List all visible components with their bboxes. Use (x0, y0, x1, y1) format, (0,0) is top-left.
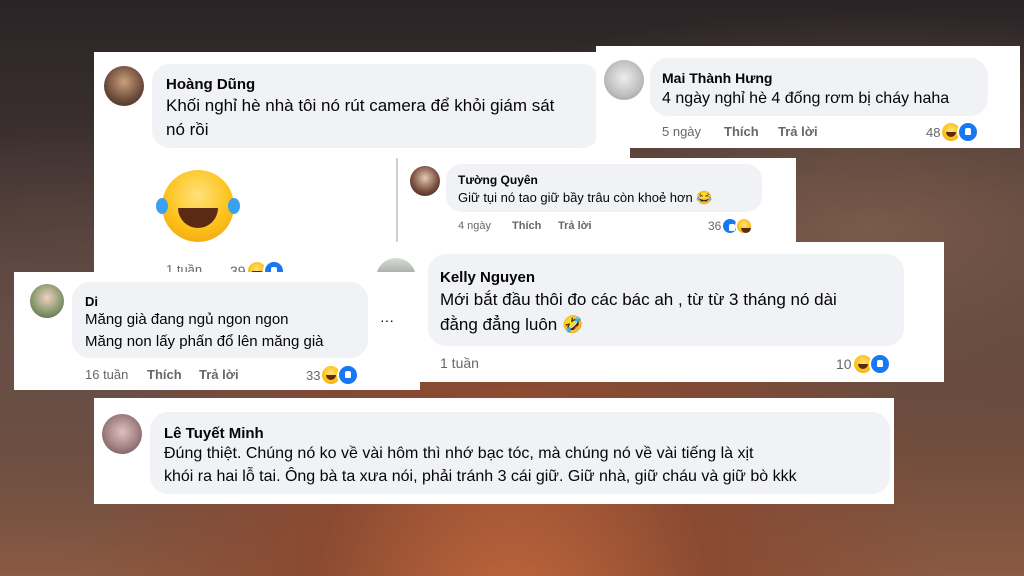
like-icon (868, 353, 891, 375)
like-label: Thích (512, 220, 542, 232)
haha-icon (735, 217, 754, 235)
comment-text: đằng đẳng luôn 🤣 (440, 315, 584, 334)
comment-time[interactable]: 5 ngày (662, 124, 701, 139)
like-button[interactable]: Thích (724, 124, 759, 139)
comment-time[interactable]: 1 tuần (440, 355, 479, 371)
comment-text: Măng non lấy phấn đổ lên măng già (85, 333, 324, 350)
comment-text: khói ra hai lỗ tai. Ông bà ta xưa nói, p… (164, 468, 797, 485)
comment-card-di: Di Măng già đang ngủ ngon ngon Măng non … (14, 272, 420, 390)
sticker-tear-left (156, 198, 168, 214)
avatar[interactable] (410, 166, 440, 196)
reply-label: Trả lời (558, 220, 592, 232)
commenter-name[interactable]: Mai Thành Hưng (662, 70, 772, 86)
reaction-summary[interactable]: 36 (708, 217, 754, 235)
reaction-summary[interactable]: 33 (306, 364, 360, 386)
sticker-tear-right (228, 198, 240, 214)
reaction-count: 48 (926, 124, 941, 140)
like-button[interactable]: Thích (512, 220, 541, 232)
like-icon (337, 364, 360, 386)
avatar[interactable] (104, 66, 144, 106)
comment-text: Khối nghỉ hè nhà tôi nó rút camera để kh… (166, 96, 555, 115)
commenter-name[interactable]: Tường Quyên (458, 173, 538, 187)
comment-card-tuong-quyen: Tường Quyên Giữ tụi nó tao giữ bầy trâu … (394, 158, 796, 242)
comment-text: Đúng thiệt. Chúng nó ko về vài hôm thì n… (164, 445, 754, 462)
like-label: Thích (724, 124, 759, 139)
sticker-mouth (178, 208, 218, 228)
comment-text: nó rồi (166, 120, 209, 139)
like-button[interactable]: Thích (147, 367, 182, 382)
commenter-name[interactable]: Lê Tuyết Minh (164, 425, 264, 442)
avatar[interactable] (102, 414, 142, 454)
like-icon (957, 121, 980, 143)
more-options-icon[interactable]: ··· (380, 312, 394, 328)
commenter-name[interactable]: Kelly Nguyen (440, 269, 535, 286)
commenter-name[interactable]: Hoàng Dũng (166, 76, 255, 93)
avatar[interactable] (604, 60, 644, 100)
reply-button[interactable]: Trả lời (199, 367, 239, 382)
haha-sticker (156, 170, 240, 242)
comment-card-kelly-nguyen: Kelly Nguyen Mới bắt đầu thôi đo các bác… (420, 242, 944, 382)
commenter-name[interactable]: Di (85, 294, 98, 309)
reply-label: Trả lời (199, 367, 239, 382)
reply-button[interactable]: Trả lời (778, 124, 818, 139)
comment-text: Giữ tụi nó tao giữ bầy trâu còn khoẻ hơn… (458, 190, 713, 205)
reaction-summary[interactable]: 10 (836, 353, 891, 375)
comment-time[interactable]: 16 tuần (85, 367, 128, 382)
thread-line (396, 158, 398, 242)
comment-card-le-tuyet-minh: Lê Tuyết Minh Đúng thiệt. Chúng nó ko về… (94, 398, 894, 504)
comment-time[interactable]: 4 ngày (458, 220, 491, 232)
reaction-count: 10 (836, 356, 852, 372)
reply-label: Trả lời (778, 124, 818, 139)
like-label: Thích (147, 367, 182, 382)
reply-button[interactable]: Trả lời (558, 220, 592, 232)
reaction-count: 36 (708, 219, 722, 233)
reaction-count: 33 (306, 367, 321, 383)
avatar[interactable] (30, 284, 64, 318)
comment-text: 4 ngày nghỉ hè 4 đống rơm bị cháy haha (662, 90, 950, 107)
comment-card-mai-thanh-hung: Mai Thành Hưng 4 ngày nghỉ hè 4 đống rơm… (596, 46, 1020, 148)
reaction-summary[interactable]: 48 (926, 121, 980, 143)
comment-text: Măng già đang ngủ ngon ngon (85, 311, 289, 328)
comment-text: Mới bắt đầu thôi đo các bác ah , từ từ 3… (440, 290, 837, 309)
